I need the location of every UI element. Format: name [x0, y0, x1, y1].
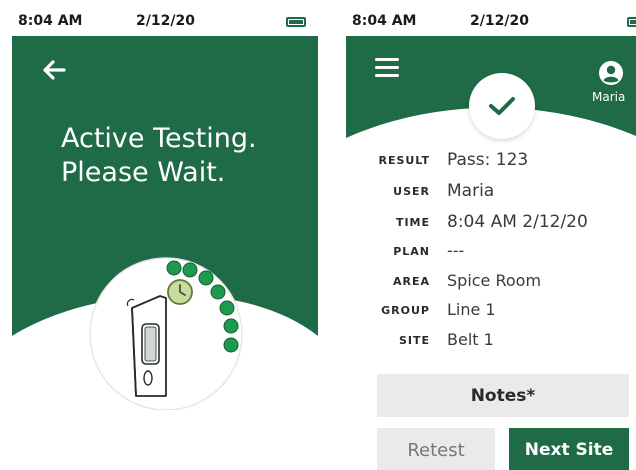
- detail-value: Spice Room: [447, 271, 542, 290]
- testing-device-illustration: [89, 257, 243, 410]
- status-bar: 8:04 AM 2/12/20: [12, 6, 318, 36]
- check-icon: [489, 97, 515, 115]
- detail-label: GROUP: [381, 304, 430, 317]
- detail-row-time: TIME 8:04 AM 2/12/20: [346, 210, 636, 234]
- detail-row-user: USER Maria: [346, 179, 636, 203]
- detail-row-site: SITE Belt 1: [346, 328, 636, 352]
- status-time: 8:04 AM: [352, 13, 417, 29]
- test-result-screen: 8:04 AM 2/12/20 Maria RESULT Pass: 123 U…: [346, 6, 636, 470]
- detail-value: 8:04 AM 2/12/20: [447, 212, 588, 232]
- active-testing-screen: 8:04 AM 2/12/20 Active Testing. Please W…: [12, 6, 318, 470]
- title-line-1: Active Testing.: [61, 123, 257, 154]
- detail-value: Belt 1: [447, 330, 494, 349]
- title-line-2: Please Wait.: [61, 157, 226, 188]
- next-site-button[interactable]: Next Site: [509, 428, 629, 470]
- detail-label: PLAN: [393, 245, 430, 258]
- status-time: 8:04 AM: [18, 13, 83, 29]
- status-date: 2/12/20: [136, 13, 195, 29]
- detail-label: TIME: [395, 216, 430, 229]
- retest-button[interactable]: Retest: [377, 428, 495, 470]
- pass-badge: [469, 73, 535, 139]
- page-title: Active Testing. Please Wait.: [61, 122, 257, 190]
- detail-label: SITE: [398, 334, 430, 347]
- detail-value: ---: [447, 241, 465, 260]
- detail-label: AREA: [392, 275, 430, 288]
- detail-value: Pass: 123: [447, 150, 529, 170]
- detail-value: Maria: [447, 181, 495, 201]
- detail-row-area: AREA Spice Room: [346, 269, 636, 293]
- detail-label: USER: [393, 185, 430, 198]
- notes-button[interactable]: Notes*: [377, 374, 629, 417]
- user-icon[interactable]: [598, 60, 624, 86]
- detail-value: Line 1: [447, 300, 496, 319]
- battery-icon: [627, 17, 636, 27]
- user-name-label[interactable]: Maria: [592, 90, 625, 104]
- detail-row-group: GROUP Line 1: [346, 298, 636, 322]
- status-date: 2/12/20: [470, 13, 529, 29]
- status-bar: 8:04 AM 2/12/20: [346, 6, 636, 36]
- battery-icon: [286, 17, 306, 27]
- detail-label: RESULT: [378, 154, 430, 167]
- detail-row-result: RESULT Pass: 123: [346, 148, 636, 172]
- detail-row-plan: PLAN ---: [346, 239, 636, 263]
- hamburger-icon[interactable]: [374, 56, 400, 80]
- arrow-left-icon[interactable]: [40, 56, 68, 84]
